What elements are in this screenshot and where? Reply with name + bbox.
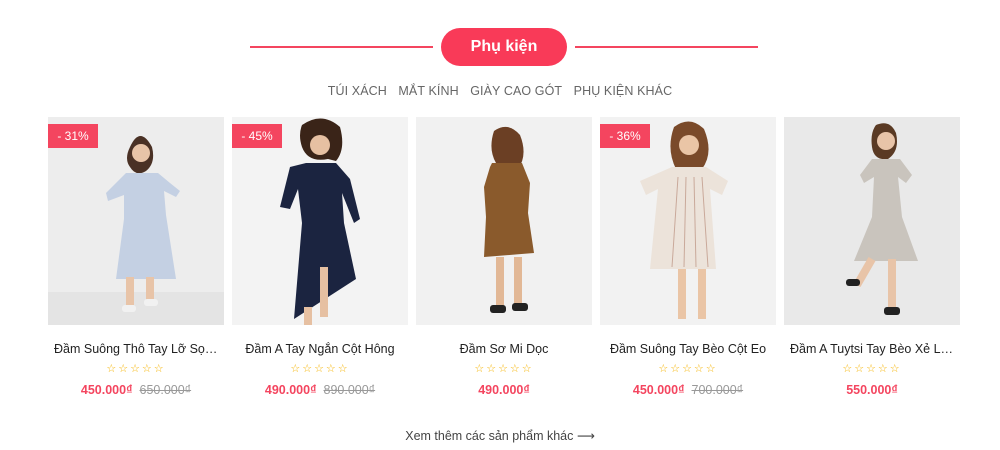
current-price: 450.000₫ [632, 383, 685, 397]
current-price: 490.000₫ [478, 383, 530, 397]
category-tabs: TÚI XÁCH MẮT KÍNH GIÀY CAO GÓT PHỤ KIỆN … [0, 84, 1000, 98]
product-image[interactable]: - 31% [48, 117, 224, 325]
product-image[interactable] [416, 117, 592, 325]
section-header: Phụ kiện [0, 28, 1000, 66]
product-name[interactable]: Đầm Sơ Mi Dọc [416, 342, 592, 356]
rating-stars: ☆☆☆☆☆ [842, 363, 902, 375]
title-divider-right [575, 46, 758, 48]
rating-stars: ☆☆☆☆☆ [290, 363, 350, 375]
old-price: 700.000₫ [691, 383, 744, 397]
tab-phu-kien-khac[interactable]: PHỤ KIỆN KHÁC [574, 84, 673, 98]
old-price: 890.000₫ [323, 383, 376, 397]
discount-badge: - 45% [232, 124, 282, 148]
current-price: 450.000₫ [80, 383, 133, 397]
tab-mat-kinh[interactable]: MẮT KÍNH [398, 84, 458, 98]
price-row: 450.000₫ 700.000₫ [600, 383, 776, 397]
rating-stars: ☆☆☆☆☆ [106, 363, 166, 375]
product-name[interactable]: Đầm Suông Thô Tay Lỡ Sọc Xanh [48, 342, 224, 356]
product-card[interactable]: - 45% Đầm A Tay Ngắn Cột Hông ☆☆☆☆☆ 490.… [232, 117, 408, 397]
product-card[interactable]: Đầm Sơ Mi Dọc ☆☆☆☆☆ 490.000₫ [416, 117, 592, 397]
old-price: 650.000₫ [139, 383, 192, 397]
product-name[interactable]: Đầm Suông Tay Bèo Cột Eo [600, 342, 776, 356]
discount-badge: - 36% [600, 124, 650, 148]
tab-giay-cao-got[interactable]: GIÀY CAO GÓT [470, 84, 562, 98]
discount-badge: - 31% [48, 124, 98, 148]
model-figure [48, 136, 224, 325]
product-card[interactable]: - 31% Đầm Suông Thô Tay Lỡ Sọc Xanh ☆☆☆☆… [48, 117, 224, 397]
rating-stars: ☆☆☆☆☆ [474, 363, 534, 375]
price-row: 550.000₫ [784, 383, 960, 397]
see-more-link[interactable]: Xem thêm các sản phẩm khác ⟶ [0, 428, 1000, 443]
model-figure [846, 123, 918, 315]
product-card[interactable]: Đầm A Tuytsi Tay Bèo Xẻ Lưng ☆☆☆☆☆ 550.0… [784, 117, 960, 397]
price-row: 490.000₫ [416, 383, 592, 397]
product-name[interactable]: Đầm A Tuytsi Tay Bèo Xẻ Lưng [784, 342, 960, 356]
section-title-button[interactable]: Phụ kiện [441, 28, 567, 66]
product-card[interactable]: - 36% Đầm Suông Tay Bèo Cột Eo ☆☆☆☆☆ 450… [600, 117, 776, 397]
price-row: 490.000₫ 890.000₫ [232, 383, 408, 397]
rating-stars: ☆☆☆☆☆ [658, 363, 718, 375]
model-figure [280, 118, 360, 325]
price-row: 450.000₫ 650.000₫ [48, 383, 224, 397]
current-price: 490.000₫ [264, 383, 317, 397]
product-name[interactable]: Đầm A Tay Ngắn Cột Hông [232, 342, 408, 356]
title-divider-left [250, 46, 433, 48]
tab-tui-xach[interactable]: TÚI XÁCH [328, 84, 387, 98]
product-image[interactable]: - 45% [232, 117, 408, 325]
product-image[interactable] [784, 117, 960, 325]
current-price: 550.000₫ [846, 383, 898, 397]
product-image[interactable]: - 36% [600, 117, 776, 325]
model-figure [640, 121, 728, 319]
model-figure [484, 126, 534, 313]
